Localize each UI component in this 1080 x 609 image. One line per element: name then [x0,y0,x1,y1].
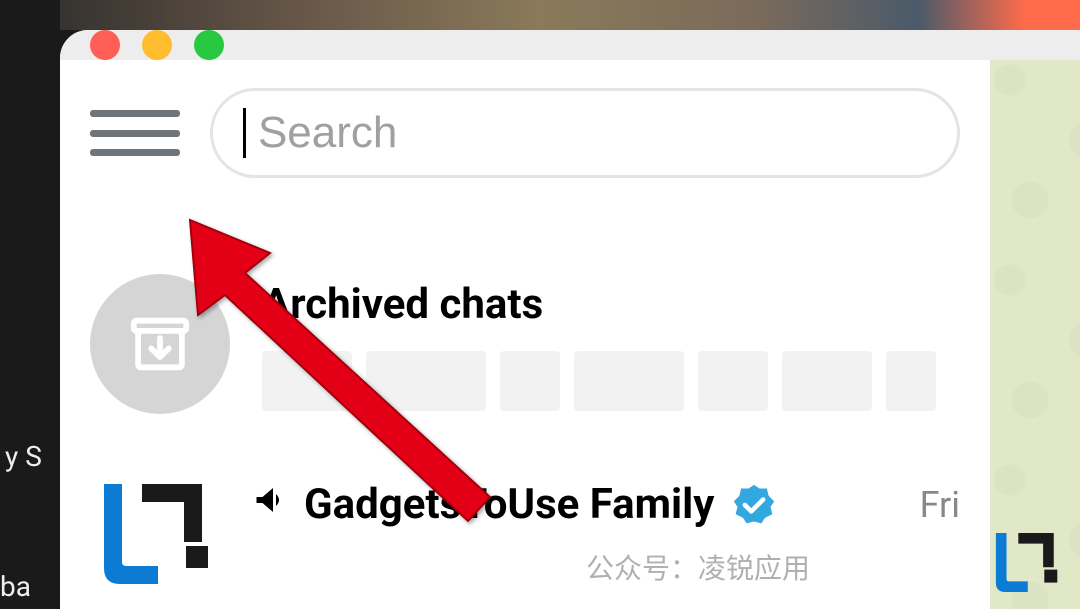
redacted-block [782,351,872,411]
channel-megaphone-icon [252,480,288,529]
watermark-text: 公众号：凌锐应用 [586,547,810,587]
chat-content: GadgetsToUse Family Fri [252,474,960,529]
redacted-block [500,351,560,411]
maximize-window-button[interactable] [194,30,224,60]
hamburger-menu-button[interactable] [90,106,180,160]
bg-text-fragment: y S [5,440,42,473]
app-body: Archived chats [60,60,1080,609]
background-top-strip [0,0,1080,30]
search-input[interactable] [258,108,927,158]
redacted-block [262,351,352,411]
gtu-logo-icon [90,484,220,589]
close-window-button[interactable] [90,30,120,60]
archive-avatar [90,274,230,414]
hamburger-line-icon [90,149,180,156]
redacted-block [886,351,936,411]
search-field-wrap[interactable] [210,88,960,178]
chat-title-text: GadgetsToUse Family [304,480,714,529]
chat-panel-background [990,60,1080,609]
verified-badge-icon [732,483,776,527]
watermark-logo-icon: GADGETS TO USE [987,533,1065,599]
redacted-block [698,351,768,411]
hamburger-line-icon [90,130,180,137]
chat-time-label: Fri [920,484,960,526]
minimize-window-button[interactable] [142,30,172,60]
chat-sidebar: Archived chats [60,60,990,609]
sidebar-top-row [60,60,990,198]
titlebar [60,30,1080,60]
redacted-block [366,351,486,411]
chat-title: Archived chats [262,280,960,329]
hamburger-line-icon [90,110,180,117]
app-window: Archived chats [60,30,1080,609]
text-cursor-icon [243,108,246,158]
archive-box-icon [125,309,195,379]
chat-content: Archived chats [262,274,960,411]
background-left-strip: y S ba [0,0,60,609]
bg-text-fragment: ba [0,570,31,603]
chat-list: Archived chats [60,198,990,609]
redacted-block [574,351,684,411]
archived-chats-item[interactable]: Archived chats [60,258,990,444]
chat-avatar-gtu [90,484,220,589]
chat-preview-redacted [262,351,960,411]
chat-title: GadgetsToUse Family [252,480,960,529]
chat-item-gadgetstouse[interactable]: GadgetsToUse Family Fri [60,444,990,609]
